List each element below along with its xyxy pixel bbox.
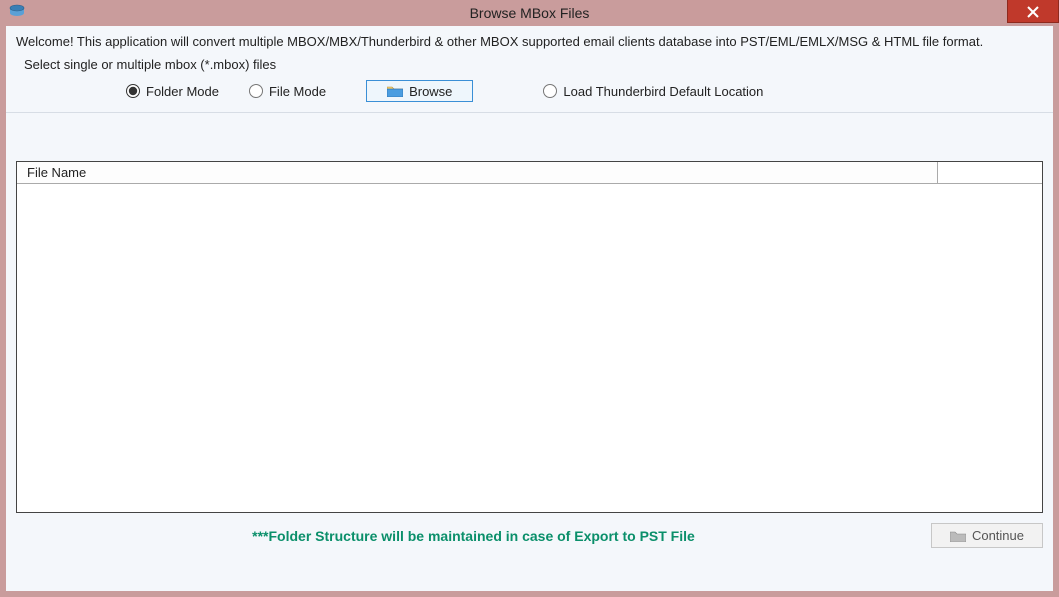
folder-mode-radio[interactable]: Folder Mode <box>126 84 219 99</box>
file-list-header-spacer <box>938 162 1042 183</box>
footer-row: ***Folder Structure will be maintained i… <box>16 523 1043 548</box>
close-button[interactable] <box>1007 0 1059 23</box>
file-list-area: File Name <box>16 161 1043 513</box>
dialog-window: Browse MBox Files Welcome! This applicat… <box>0 0 1059 597</box>
file-name-column-header[interactable]: File Name <box>17 162 938 183</box>
continue-button-label: Continue <box>972 528 1024 543</box>
welcome-text: Welcome! This application will convert m… <box>6 28 1053 53</box>
load-thunderbird-radio[interactable]: Load Thunderbird Default Location <box>543 84 763 99</box>
folder-mode-radio-input[interactable] <box>126 84 140 98</box>
app-icon-svg <box>8 3 26 21</box>
file-mode-radio[interactable]: File Mode <box>249 84 326 99</box>
folder-icon <box>950 530 966 542</box>
browse-button[interactable]: Browse <box>366 80 473 102</box>
load-thunderbird-radio-input[interactable] <box>543 84 557 98</box>
folder-icon <box>387 85 403 97</box>
load-thunderbird-label: Load Thunderbird Default Location <box>563 84 763 99</box>
browse-button-label: Browse <box>409 84 452 99</box>
titlebar: Browse MBox Files <box>0 0 1059 26</box>
app-icon <box>8 3 26 21</box>
continue-button[interactable]: Continue <box>931 523 1043 548</box>
options-row: Folder Mode File Mode Browse Load Thunde… <box>6 78 1053 113</box>
content-area: Welcome! This application will convert m… <box>6 28 1053 591</box>
file-mode-label: File Mode <box>269 84 326 99</box>
file-mode-radio-input[interactable] <box>249 84 263 98</box>
folder-mode-label: Folder Mode <box>146 84 219 99</box>
close-icon <box>1027 6 1039 18</box>
select-files-label: Select single or multiple mbox (*.mbox) … <box>6 53 1053 78</box>
file-list-header-row: File Name <box>17 162 1042 184</box>
window-title: Browse MBox Files <box>0 0 1059 26</box>
footer-note: ***Folder Structure will be maintained i… <box>16 528 931 544</box>
